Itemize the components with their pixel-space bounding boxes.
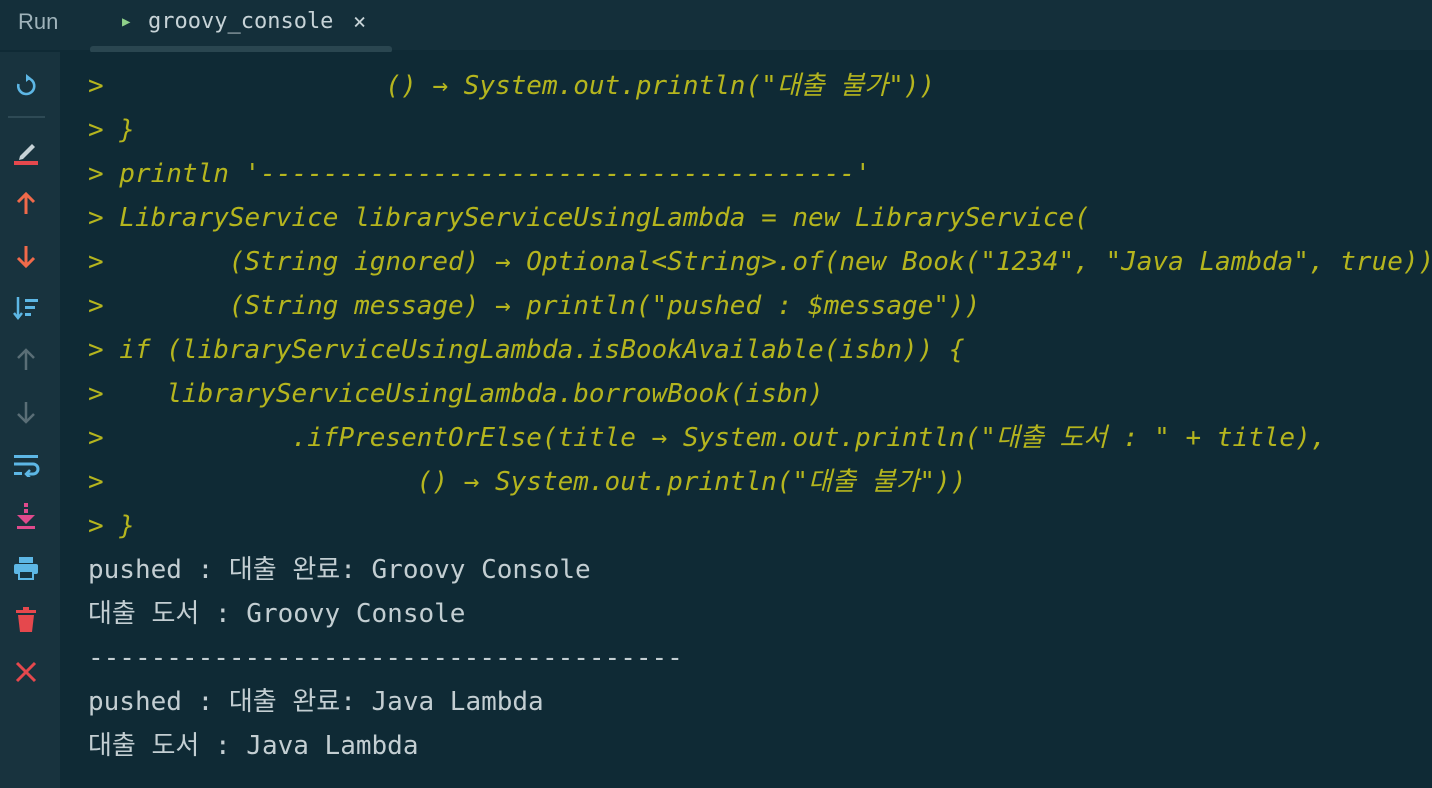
code-line: > () → System.out.println("대출 불가")) [88,467,967,497]
output-line: pushed : 대출 완료: Java Lambda [88,687,544,717]
scroll-to-end-icon[interactable] [8,498,44,534]
code-line: > libraryServiceUsingLambda.borrowBook(i… [88,379,824,409]
code-line: > LibraryService libraryServiceUsingLamb… [88,203,1090,233]
code-line: > (String ignored) → Optional<String>.of… [88,247,1432,277]
toolbar-separator [8,116,45,118]
output-line: 대출 도서 : Groovy Console [88,599,466,629]
close-tab-icon[interactable]: × [353,10,366,35]
tab-title: groovy_console [148,9,334,34]
code-line: > if (libraryServiceUsingLambda.isBookAv… [88,335,965,365]
down-arrow-icon[interactable] [8,238,44,274]
rerun-icon[interactable] [8,68,44,104]
code-line: > (String message) → println("pushed : $… [88,291,981,321]
output-line: -------------------------------------- [88,643,683,673]
run-tool-window-header: Run ▶ groovy_console × [0,0,1432,50]
trash-icon[interactable] [8,602,44,638]
clipped-previous-line [88,52,1152,64]
console-output[interactable]: > () → System.out.println("대출 불가")) > } > … [60,52,1432,788]
code-line: > } [88,115,135,145]
run-label: Run [18,9,59,34]
output-line: pushed : 대출 완료: Groovy Console [88,555,591,585]
sort-icon[interactable] [8,290,44,326]
run-toolbar [0,52,60,788]
tab-groovy-console[interactable]: ▶ groovy_console × [90,0,392,50]
down-arrow-disabled-icon[interactable] [8,394,44,430]
output-line: 대출 도서 : Java Lambda [88,731,419,761]
up-arrow-disabled-icon[interactable] [8,342,44,378]
soft-wrap-icon[interactable] [8,446,44,482]
edit-icon[interactable] [8,134,44,170]
code-line: > .ifPresentOrElse(title → System.out.pr… [88,423,1327,453]
print-icon[interactable] [8,550,44,586]
code-line: > } [88,511,135,541]
code-line: > println '-----------------------------… [88,159,871,189]
up-arrow-icon[interactable] [8,186,44,222]
play-icon: ▶ [122,14,131,30]
code-line: > () → System.out.println("대출 불가")) [88,71,936,101]
close-icon[interactable] [8,654,44,690]
